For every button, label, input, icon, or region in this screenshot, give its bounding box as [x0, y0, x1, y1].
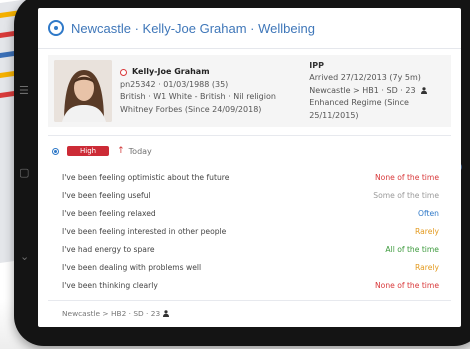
statement-row[interactable]: I've been feeling interested in other pe… [48, 222, 451, 240]
statement-answer: Rarely [415, 262, 439, 272]
tablet-device: ☰ ▢ ⌄ Newcastle · Kelly-Joe Graham · Wel… [14, 0, 470, 346]
statement-list: I've been feeling optimistic about the f… [48, 168, 451, 294]
person-icon [163, 310, 170, 317]
statement-text: I've been feeling useful [62, 190, 151, 200]
statement-row[interactable]: I've been feeling optimistic about the f… [48, 168, 451, 186]
statement-answer: Some of the time [373, 190, 439, 200]
target-icon [52, 147, 59, 155]
statement-answer: None of the time [375, 280, 439, 290]
statement-text: I've been feeling optimistic about the f… [62, 172, 230, 182]
priority-date: Today [128, 146, 152, 156]
profile-status: IPP Arrived 27/12/2013 (7y 5m) Newcastle… [309, 60, 445, 123]
page-title: Newcastle · Kelly-Joe Graham · Wellbeing [71, 20, 315, 36]
statement-row[interactable]: I've been feeling useful Some of the time [48, 186, 451, 204]
app-logo-icon[interactable] [48, 20, 64, 36]
app-screen: Newcastle · Kelly-Joe Graham · Wellbeing… [38, 8, 461, 327]
statement-row[interactable]: I've been dealing with problems well Rare… [48, 258, 451, 276]
statement-answer: All of the time [385, 244, 439, 254]
regime-info: Enhanced Regime (Since 25/11/2015) [309, 98, 409, 120]
priority-row: High ↑ Today [48, 144, 451, 158]
profile-card[interactable]: Kelly-Joe Graham pn25342 · 01/03/1988 (3… [48, 55, 451, 127]
priority-badge: High [67, 146, 110, 156]
statement-answer: None of the time [375, 172, 439, 182]
statement-text: I've been thinking clearly [62, 280, 158, 290]
profile-id-dob: pn25342 · 01/03/1988 (35) [120, 79, 229, 89]
wellbeing-card[interactable]: High ↑ Today I've been feeling optimisti… [48, 135, 451, 294]
location-row: Newcastle > HB1 · SD · 23 [309, 85, 445, 98]
statement-answer: Rarely [415, 226, 439, 236]
footer-location: Newcastle > HB2 · SD · 23 [62, 309, 161, 318]
person-icon [421, 86, 428, 94]
statement-text: I've had energy to spare [62, 244, 155, 254]
avatar-photo [54, 60, 112, 122]
statement-row[interactable]: I've been feeling relaxed Often [48, 204, 451, 222]
profile-demographics: British · W1 White - British · Nil relig… [120, 92, 276, 101]
statement-text: I've been feeling interested in other pe… [62, 226, 227, 236]
alert-icon [120, 68, 127, 76]
home-button-icon: ▢ [19, 166, 30, 179]
arrival-info: Arrived 27/12/2013 (7y 5m) [309, 73, 421, 83]
app-header: Newcastle · Kelly-Joe Graham · Wellbeing [38, 8, 461, 49]
profile-details: Kelly-Joe Graham pn25342 · 01/03/1988 (3… [120, 66, 299, 116]
menu-icon: ☰ [19, 84, 29, 97]
location-info: Newcastle > HB1 · SD · 23 [309, 85, 416, 95]
statement-row[interactable]: I've been thinking clearly None of the ti… [48, 276, 451, 294]
statement-text: I've been dealing with problems well [62, 262, 202, 272]
avatar [54, 60, 112, 122]
statement-answer: Often [418, 208, 439, 218]
card-footer: Newcastle > HB2 · SD · 23 [48, 300, 451, 318]
sentence-status: IPP [309, 60, 324, 70]
statement-row[interactable]: I've had energy to spare All of the time [48, 240, 451, 258]
profile-keyworker: Whitney Forbes (Since 24/09/2018) [120, 104, 262, 114]
profile-name-row: Kelly-Joe Graham [120, 66, 299, 79]
arrow-up-icon: ↑ [117, 146, 125, 156]
profile-name: Kelly-Joe Graham [132, 67, 210, 76]
statement-text: I've been feeling relaxed [62, 208, 156, 218]
chevron-down-icon: ⌄ [20, 250, 30, 263]
